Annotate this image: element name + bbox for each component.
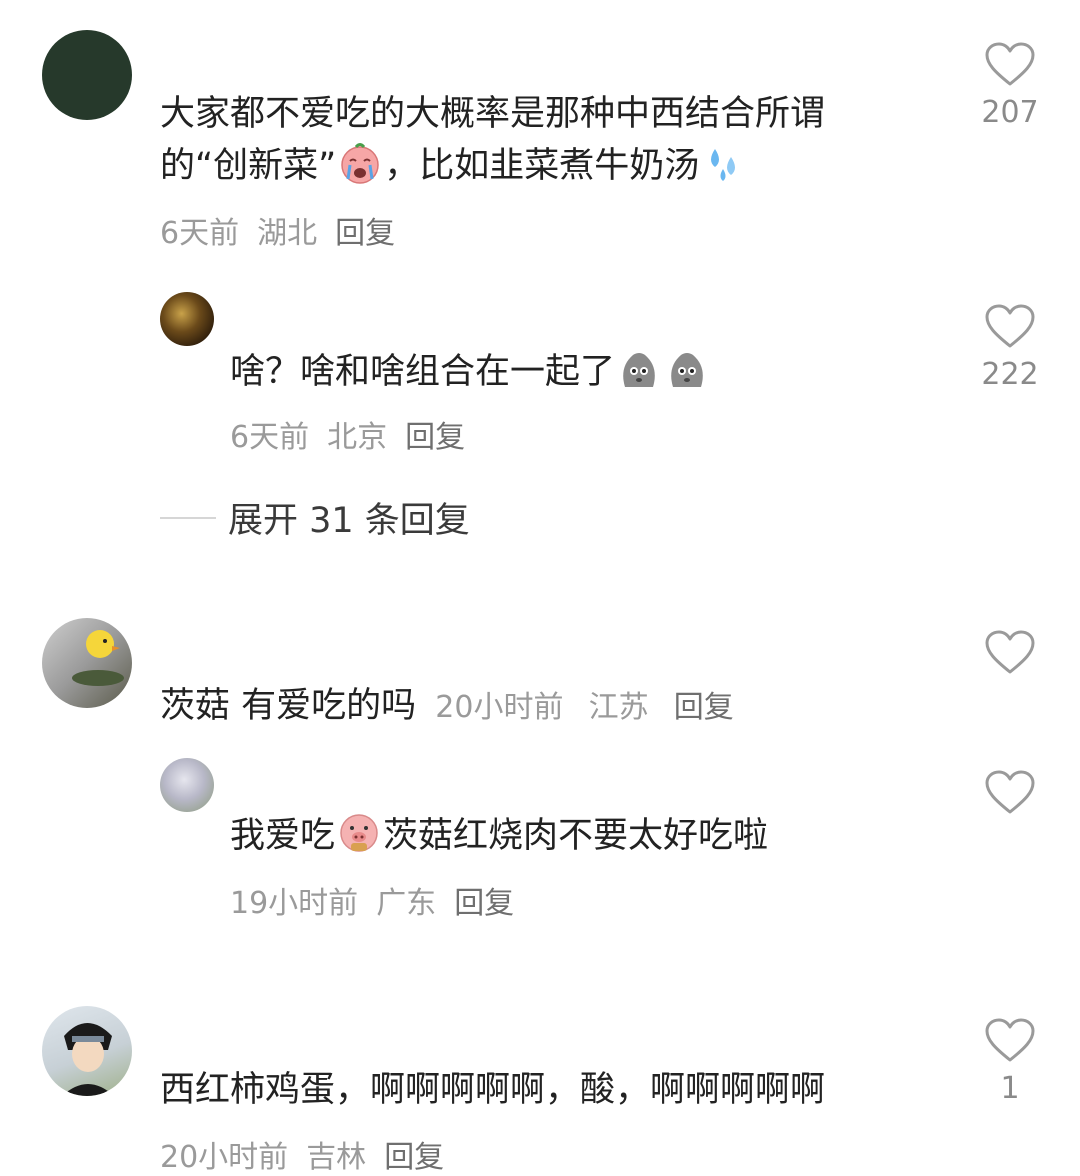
timestamp: 20小时前	[160, 1140, 289, 1175]
timestamp: 19小时前	[230, 886, 359, 921]
avatar[interactable]	[42, 1006, 132, 1096]
expand-replies-button[interactable]: 展开 31 条回复	[160, 492, 470, 543]
reply-text: 我爱吃 茨菇红烧肉不要太好吃啦	[230, 810, 768, 862]
like-button[interactable]	[970, 770, 1050, 816]
reply-text: 啥？啥和啥组合在一起了	[230, 346, 711, 398]
avatar[interactable]	[160, 758, 214, 812]
reply-meta: 19小时前 广东 回复	[230, 878, 514, 922]
reply-meta: 6天前 北京 回复	[230, 412, 465, 456]
heart-icon	[985, 42, 1035, 86]
reply-button[interactable]: 回复	[454, 886, 514, 921]
reply-button[interactable]: 回复	[674, 690, 734, 725]
like-button[interactable]: 222	[970, 304, 1050, 392]
comment-text: 大家都不爱吃的大概率是那种中西结合所谓	[160, 94, 826, 134]
potato-face-icon	[617, 347, 661, 391]
comment-row: 茨菇 有爱吃的吗 20小时前 江苏 回复	[160, 680, 734, 734]
avatar[interactable]	[160, 292, 214, 346]
comment-text: 西红柿鸡蛋，啊啊啊啊啊，酸，啊啊啊啊啊	[160, 1070, 826, 1110]
like-count: 222	[981, 357, 1039, 392]
like-count: 207	[981, 95, 1039, 130]
location: 广东	[376, 886, 437, 921]
location: 北京	[327, 420, 388, 455]
pig-eating-icon	[337, 811, 381, 855]
watermark-blur	[740, 1124, 1060, 1164]
potato-face-icon	[665, 347, 709, 391]
reply-button[interactable]: 回复	[384, 1140, 444, 1175]
location: 吉林	[306, 1140, 367, 1175]
comment-text-line2: 的“创新菜” ，比如韭菜煮牛奶汤	[160, 140, 747, 192]
reply-button[interactable]: 回复	[335, 216, 395, 251]
location: 湖北	[257, 216, 318, 251]
anime-character-icon	[62, 1023, 114, 1096]
sweat-drops-icon	[701, 141, 745, 185]
avatar[interactable]	[42, 618, 132, 708]
heart-icon	[985, 770, 1035, 814]
comment-text: 茨菇 有爱吃的吗	[160, 686, 417, 726]
comment-meta: 20小时前 吉林 回复	[160, 1132, 444, 1176]
heart-icon	[985, 304, 1035, 348]
avatar[interactable]	[42, 30, 132, 120]
like-count: 1	[1000, 1071, 1020, 1106]
heart-icon	[985, 630, 1035, 674]
like-button[interactable]: 207	[970, 42, 1050, 130]
like-button[interactable]: 1	[970, 1018, 1050, 1106]
crying-face-emoji-icon	[338, 141, 382, 185]
location: 江苏	[588, 690, 649, 725]
timestamp: 20小时前	[435, 690, 564, 725]
comment-meta: 6天前 湖北 回复	[160, 208, 395, 252]
expand-replies-label: 展开 31 条回复	[228, 501, 470, 541]
like-button[interactable]	[970, 630, 1050, 676]
timestamp: 6天前	[230, 420, 310, 455]
heart-icon	[985, 1018, 1035, 1062]
divider	[160, 516, 216, 519]
duck-icon	[72, 630, 124, 686]
reply-button[interactable]: 回复	[405, 420, 465, 455]
timestamp: 6天前	[160, 216, 240, 251]
